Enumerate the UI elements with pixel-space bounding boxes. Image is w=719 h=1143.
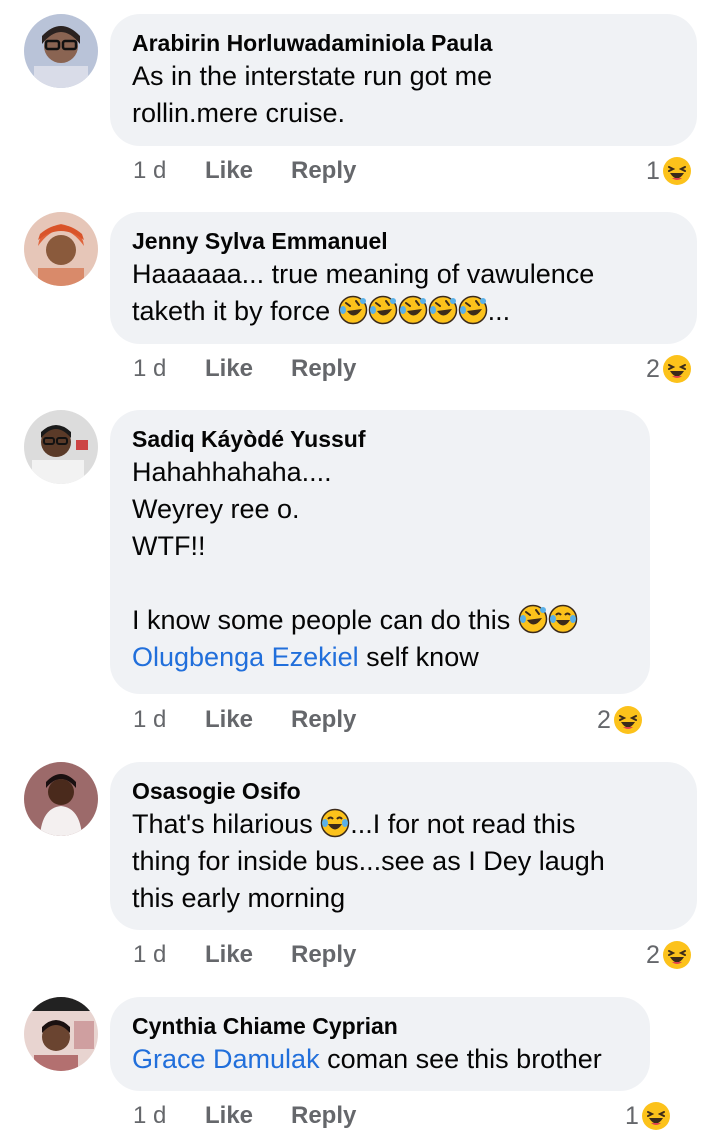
avatar[interactable] [24,762,98,836]
reaction-count: 2 [597,705,611,734]
reaction-summary[interactable]: 1 [625,1101,671,1131]
timestamp[interactable]: 1 d [133,1102,205,1130]
comment-bubble: Jenny Sylva Emmanuel Haaaaaa... true mea… [110,212,697,344]
rofl-icon [398,295,428,325]
timestamp[interactable]: 1 d [133,941,205,969]
reply-button[interactable]: Reply [291,706,356,734]
like-button[interactable]: Like [205,941,291,969]
laughing-face-icon [613,705,643,735]
comment-text: Hahahhahaha.... Weyrey ree o. WTF!! I know … [132,454,628,676]
comment-bubble: Sadiq Káyòdé Yussuf Hahahhahaha.... Weyre… [110,410,650,694]
reaction-count: 1 [625,1101,639,1130]
mention-link[interactable]: Olugbenga Ezekiel [132,642,359,672]
reply-button[interactable]: Reply [291,157,356,185]
comment-bubble: Osasogie Osifo That's hilarious ...I for… [110,762,697,930]
laughing-face-icon [662,940,692,970]
reaction-count: 2 [646,354,660,383]
comment-text: Grace Damulak coman see this brother [132,1044,602,1074]
comment-actions: 1 d Like Reply [133,157,356,185]
like-button[interactable]: Like [205,157,291,185]
reaction-summary[interactable]: 2 [646,354,692,384]
mention-link[interactable]: Grace Damulak [132,1044,320,1074]
avatar[interactable] [24,212,98,286]
comment-actions: 1 d Like Reply [133,355,356,383]
reaction-count: 2 [646,940,660,969]
reaction-summary[interactable]: 2 [646,940,692,970]
reply-button[interactable]: Reply [291,1102,356,1130]
comment-author[interactable]: Osasogie Osifo [132,776,675,806]
rofl-icon [338,295,368,325]
reply-button[interactable]: Reply [291,941,356,969]
avatar[interactable] [24,410,98,484]
comment-author[interactable]: Cynthia Chiame Cyprian [132,1011,628,1041]
comment-actions: 1 d Like Reply [133,706,356,734]
comment-actions: 1 d Like Reply [133,1102,356,1130]
rofl-icon [428,295,458,325]
comment-author[interactable]: Sadiq Káyòdé Yussuf [132,424,628,454]
comment-bubble: Cynthia Chiame Cyprian Grace Damulak com… [110,997,650,1091]
avatar[interactable] [24,14,98,88]
rofl-icon [458,295,488,325]
laughing-face-icon [662,156,692,186]
joy-icon [320,808,350,838]
laughing-face-icon [662,354,692,384]
comment-author[interactable]: Jenny Sylva Emmanuel [132,226,675,256]
joy-icon [548,604,578,634]
timestamp[interactable]: 1 d [133,355,205,383]
like-button[interactable]: Like [205,1102,291,1130]
rofl-icon [368,295,398,325]
comment-bubble: Arabirin Horluwadaminiola Paula As in th… [110,14,697,146]
reply-button[interactable]: Reply [291,355,356,383]
like-button[interactable]: Like [205,355,291,383]
rofl-icon [518,604,548,634]
reaction-count: 1 [646,156,660,185]
comment-text: That's hilarious ...I for not read this t… [132,808,605,913]
timestamp[interactable]: 1 d [133,706,205,734]
avatar[interactable] [24,997,98,1071]
like-button[interactable]: Like [205,706,291,734]
reaction-summary[interactable]: 2 [597,705,643,735]
comment-author[interactable]: Arabirin Horluwadaminiola Paula [132,28,675,58]
timestamp[interactable]: 1 d [133,157,205,185]
laughing-face-icon [641,1101,671,1131]
comment-text: As in the interstate run got me rollin.me… [132,61,493,128]
reaction-summary[interactable]: 1 [646,156,692,186]
comment-text: Haaaaaa... true meaning of vawulence take… [132,259,595,326]
comment-actions: 1 d Like Reply [133,941,356,969]
